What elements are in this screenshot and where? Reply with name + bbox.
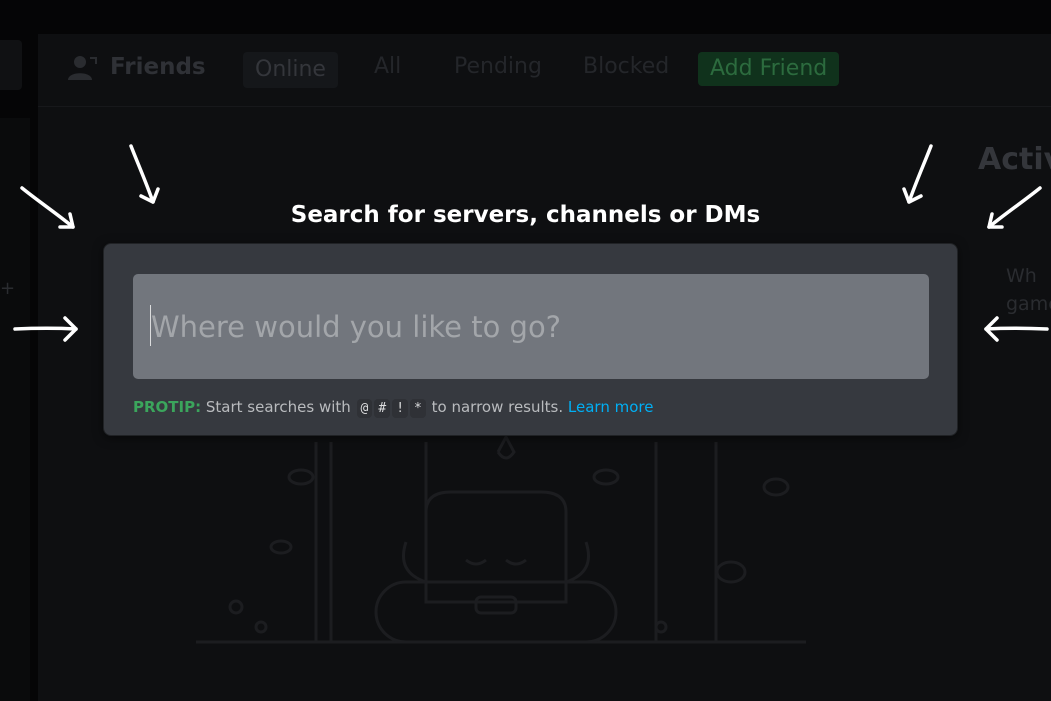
prefix-voice: ! [392, 399, 409, 418]
prefix-user: @ [356, 399, 373, 418]
tab-online: Online [243, 52, 338, 88]
tab-blocked: Blocked [583, 54, 670, 79]
protip-text-before: Start searches with [205, 398, 351, 416]
protip-label: PROTIP: [133, 398, 202, 416]
arrow-right-icon [13, 316, 78, 342]
background-plus-icon: + [0, 278, 16, 299]
wumpus-illustration [196, 433, 806, 644]
tab-all: All [374, 54, 402, 79]
text-caret [150, 305, 151, 346]
arrow-down-icon [902, 144, 933, 204]
friends-icon [68, 56, 97, 80]
background-topbar: Friends Online All Pending Blocked Add F… [38, 34, 1051, 107]
arrow-left-icon [984, 316, 1049, 342]
protip: PROTIP: Start searches with @ #! * to narr… [133, 398, 653, 418]
search-box[interactable] [133, 274, 929, 379]
friends-title: Friends [110, 54, 206, 80]
prefix-channel: # [374, 399, 391, 418]
arrow-down-icon [129, 144, 160, 204]
quick-switcher-modal: PROTIP: Start searches with @#!* to narr… [103, 243, 958, 436]
prefix-server: * [410, 399, 426, 418]
tab-pending: Pending [454, 54, 542, 79]
active-now-subtext-line-1: Wh [1006, 265, 1037, 287]
quick-switcher-heading: Search for servers, channels or DMs [290, 202, 761, 228]
search-input[interactable] [151, 274, 911, 379]
active-now-subtext: Wh game [1006, 262, 1051, 318]
active-now-heading: Activ [978, 142, 1051, 177]
learn-more-link[interactable]: Learn more [568, 398, 654, 416]
protip-text-after: to narrow results. [431, 398, 564, 416]
background-server-list [0, 40, 22, 90]
tab-add-friend: Add Friend [698, 52, 840, 86]
